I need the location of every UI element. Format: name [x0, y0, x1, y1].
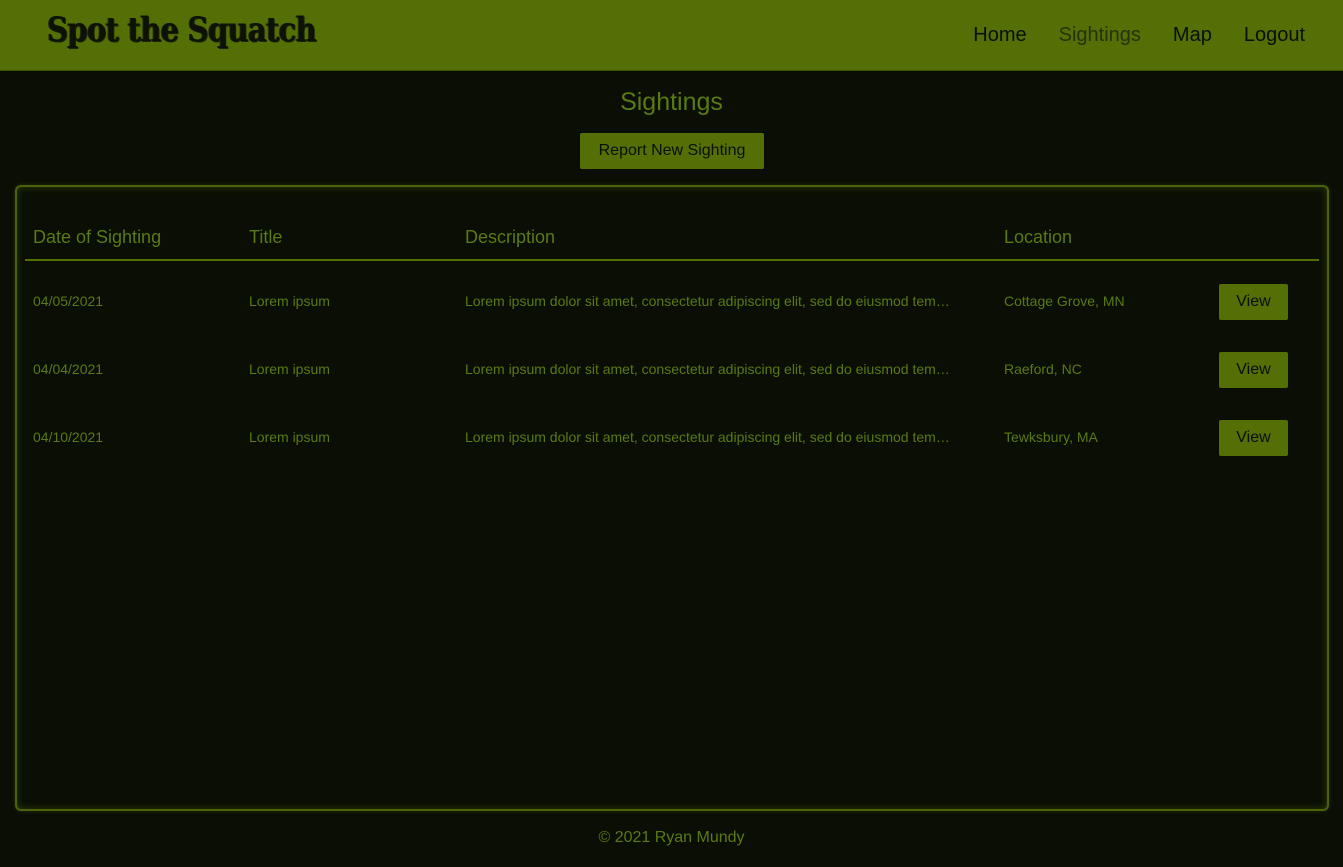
- table-row: 04/04/2021 Lorem ipsum Lorem ipsum dolor…: [25, 329, 1319, 397]
- sightings-table: Date of Sighting Title Description Locat…: [25, 187, 1319, 465]
- sighting-description: Lorem ipsum dolor sit amet, consectetur …: [465, 361, 950, 377]
- table-row: 04/10/2021 Lorem ipsum Lorem ipsum dolor…: [25, 397, 1319, 465]
- sighting-title: Lorem ipsum: [249, 429, 330, 445]
- sighting-description: Lorem ipsum dolor sit amet, consectetur …: [465, 293, 950, 309]
- sighting-location: Tewksbury, MA: [1004, 429, 1098, 445]
- sighting-date: 04/05/2021: [33, 293, 104, 309]
- column-header-description: Description: [465, 227, 556, 247]
- table-row: 04/05/2021 Lorem ipsum Lorem ipsum dolor…: [25, 261, 1319, 329]
- table-header: Date of Sighting Title Description Locat…: [25, 187, 1319, 261]
- sighting-location: Cottage Grove, MN: [1004, 293, 1125, 309]
- nav-sightings-link[interactable]: Sightings: [1059, 24, 1141, 47]
- navbar: Spot the Squatch Home Sightings Map Logo…: [0, 0, 1343, 71]
- view-sighting-button[interactable]: View: [1219, 284, 1288, 320]
- footer-copyright: © 2021 Ryan Mundy: [598, 829, 745, 846]
- brand-logo[interactable]: Spot the Squatch: [47, 10, 317, 50]
- sighting-title: Lorem ipsum: [249, 361, 330, 377]
- sighting-date: 04/04/2021: [33, 361, 104, 377]
- report-new-sighting-button[interactable]: Report New Sighting: [580, 133, 764, 169]
- sighting-location: Raeford, NC: [1004, 361, 1082, 377]
- nav-map-link[interactable]: Map: [1173, 24, 1212, 47]
- sighting-description: Lorem ipsum dolor sit amet, consectetur …: [465, 429, 950, 445]
- sighting-date: 04/10/2021: [33, 429, 104, 445]
- page-title: Sightings: [620, 88, 723, 116]
- column-header-title: Title: [249, 227, 283, 247]
- sightings-panel: Date of Sighting Title Description Locat…: [15, 185, 1329, 811]
- sighting-title: Lorem ipsum: [249, 293, 330, 309]
- view-sighting-button[interactable]: View: [1219, 420, 1288, 456]
- nav-home-link[interactable]: Home: [973, 24, 1026, 47]
- column-header-location: Location: [1004, 227, 1073, 247]
- column-header-date: Date of Sighting: [33, 227, 162, 247]
- view-sighting-button[interactable]: View: [1219, 352, 1288, 388]
- nav-links: Home Sightings Map Logout: [941, 0, 1305, 71]
- nav-logout-link[interactable]: Logout: [1244, 24, 1305, 47]
